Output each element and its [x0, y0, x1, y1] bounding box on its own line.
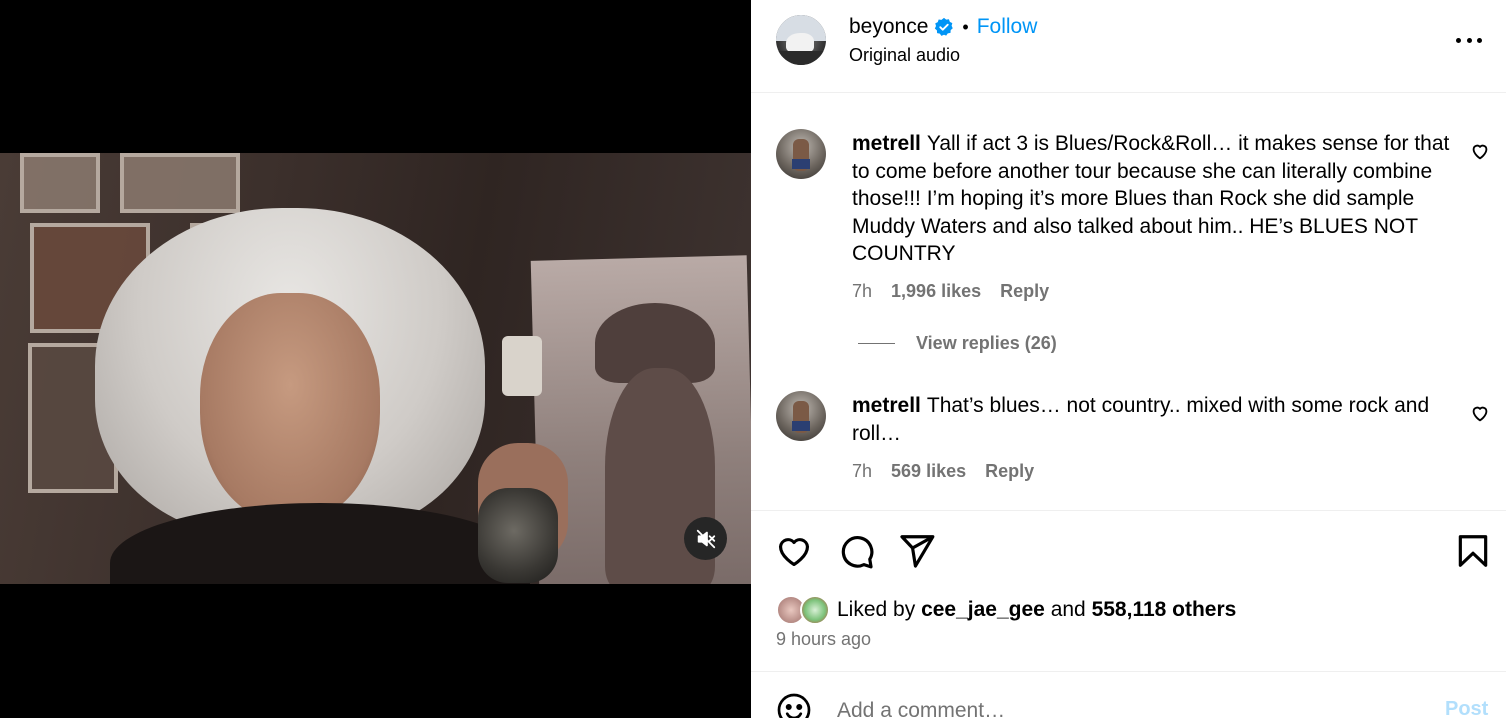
liked-by-row: Liked by cee_jae_gee and 558,118 others [776, 595, 1236, 625]
avatar-shorts [792, 159, 810, 169]
dot-icon [1466, 37, 1472, 43]
likes-count[interactable]: 558,118 others [1092, 598, 1237, 622]
like-comment-icon[interactable] [1469, 402, 1491, 424]
view-replies-label: View replies (26) [916, 333, 1057, 353]
comment-author[interactable]: metrell [852, 394, 921, 417]
commenter-avatar[interactable] [776, 391, 826, 441]
avatar-horse [786, 33, 814, 53]
post-actions: Liked by cee_jae_gee and 558,118 others … [751, 510, 1506, 672]
comment-composer: Post [751, 672, 1506, 718]
view-replies-button[interactable]: View replies (26) [858, 333, 1057, 354]
comment-meta: 7h 569 likes Reply [852, 461, 1034, 482]
comment-meta: 7h 1,996 likes Reply [852, 281, 1049, 302]
muted-speaker-icon [696, 529, 715, 548]
vintage-camera [478, 488, 558, 583]
media-pane [0, 0, 751, 718]
like-comment-icon[interactable] [1469, 140, 1491, 162]
owner-avatar[interactable] [776, 15, 826, 65]
avatar-ground [776, 51, 826, 65]
emoji-icon[interactable] [776, 692, 812, 718]
username-line: beyonce • Follow [849, 14, 1037, 40]
owner-username[interactable]: beyonce [849, 14, 928, 40]
comment-text: Yall if act 3 is Blues/Rock&Roll… it mak… [852, 132, 1450, 265]
camera-top [502, 336, 542, 396]
comment-body: metrell That’s blues… not country.. mixed… [852, 392, 1452, 447]
liker-avatar[interactable] [800, 595, 830, 625]
like-heart-icon[interactable] [775, 532, 813, 570]
reply-button[interactable]: Reply [985, 461, 1034, 482]
separator-dot: • [962, 17, 969, 37]
post-side-panel: beyonce • Follow Original audio metrell Y… [751, 0, 1506, 718]
verified-badge-icon [935, 17, 954, 36]
liker-avatars [776, 595, 832, 625]
comment-author[interactable]: metrell [852, 132, 921, 155]
comment-time[interactable]: 7h [852, 461, 872, 482]
liked-by-prefix: Liked by [837, 598, 916, 621]
liked-by-and: and [1050, 598, 1086, 621]
video-player[interactable] [0, 153, 751, 584]
comments-list: metrell Yall if act 3 is Blues/Rock&Roll…… [751, 93, 1506, 510]
post-header: beyonce • Follow Original audio [751, 0, 1506, 93]
post-comment-button[interactable]: Post [1445, 698, 1488, 718]
comment-bubble-icon[interactable] [837, 532, 875, 570]
follow-button[interactable]: Follow [977, 14, 1038, 40]
dot-icon [1456, 37, 1461, 43]
avatar-shorts [792, 421, 810, 431]
mute-button[interactable] [684, 517, 727, 560]
dot-icon [1477, 37, 1482, 43]
replies-divider-line [858, 343, 895, 344]
post-timestamp[interactable]: 9 hours ago [776, 629, 871, 650]
comment-body: metrell Yall if act 3 is Blues/Rock&Roll…… [852, 130, 1452, 268]
subject-face [200, 293, 380, 523]
share-paper-plane-icon[interactable] [898, 532, 936, 570]
wall-photo [20, 153, 100, 213]
save-bookmark-icon[interactable] [1454, 532, 1492, 570]
reply-button[interactable]: Reply [1000, 281, 1049, 302]
comment-time[interactable]: 7h [852, 281, 872, 302]
comment-likes[interactable]: 569 likes [891, 461, 966, 482]
comment-input[interactable] [837, 696, 1417, 718]
liked-by-user[interactable]: cee_jae_gee [921, 598, 1045, 622]
comment-likes[interactable]: 1,996 likes [891, 281, 981, 302]
audio-label[interactable]: Original audio [849, 45, 960, 66]
wall-photo [120, 153, 240, 213]
more-options-button[interactable] [1453, 28, 1485, 52]
comment-text: That’s blues… not country.. mixed with s… [852, 394, 1430, 445]
commenter-avatar[interactable] [776, 129, 826, 179]
